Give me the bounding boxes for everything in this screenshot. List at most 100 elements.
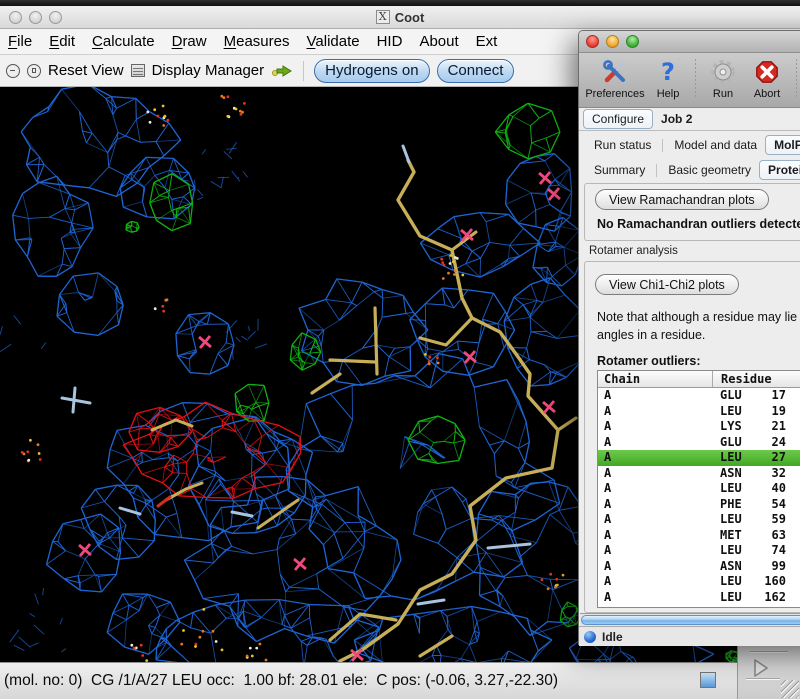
table-cell: LEU	[712, 590, 756, 606]
dialog-status-bar: Idle	[579, 626, 800, 646]
toolbar-item-label: Preferences	[585, 88, 644, 100]
table-cell: 17	[756, 388, 786, 404]
table-cell: A	[598, 559, 712, 575]
table-row[interactable]: ALEU40	[598, 481, 800, 497]
hydrogens-toggle-button[interactable]: Hydrogens on	[314, 59, 429, 83]
reset-view-button[interactable]: Reset View	[48, 62, 124, 79]
tab-model-and-data[interactable]: Model and data	[666, 136, 765, 154]
table-cell: A	[598, 419, 712, 435]
menu-draw[interactable]: Draw	[172, 33, 207, 50]
table-cell: LEU	[712, 481, 756, 497]
rotamer-note-line2: angles in a residue.	[597, 328, 705, 342]
connect-button[interactable]: Connect	[437, 59, 515, 83]
menu-about[interactable]: About	[419, 33, 458, 50]
tab-summary[interactable]: Summary	[586, 161, 653, 179]
table-cell: 27	[756, 450, 786, 466]
menu-measures[interactable]: Measures	[224, 33, 290, 50]
table-cell: PHE	[712, 605, 756, 608]
run-gear-icon	[709, 57, 737, 87]
tab-molprobit[interactable]: MolProbit	[765, 135, 800, 155]
table-row[interactable]: ALEU162	[598, 590, 800, 606]
menu-calculate[interactable]: Calculate	[92, 33, 155, 50]
dialog-status-text: Idle	[602, 630, 623, 644]
table-cell: LEU	[712, 543, 756, 559]
tab-run-status[interactable]: Run status	[586, 136, 659, 154]
scrollbar-thumb[interactable]	[581, 615, 800, 625]
dialog-zoom-button[interactable]	[626, 35, 639, 48]
table-cell: A	[598, 388, 712, 404]
table-cell: PHE	[712, 497, 756, 513]
table-row[interactable]: APHE168	[598, 605, 800, 608]
menu-hid[interactable]: HID	[377, 33, 403, 50]
table-cell: LEU	[712, 574, 756, 590]
table-cell: 40	[756, 481, 786, 497]
column-header-residue[interactable]: Residue	[712, 371, 800, 387]
table-cell: A	[598, 497, 712, 513]
tab-job-2[interactable]: Job 2	[653, 110, 700, 128]
table-row[interactable]: ALEU19	[598, 404, 800, 420]
menu-file[interactable]: File	[8, 33, 32, 50]
table-cell: 19	[756, 404, 786, 420]
table-cell: 54	[756, 497, 786, 513]
dialog-minimize-button[interactable]	[606, 35, 619, 48]
display-manager-button[interactable]: Display Manager	[152, 62, 265, 79]
tab-separator	[656, 164, 657, 177]
column-header-chain[interactable]: Chain	[598, 371, 712, 387]
tab-configure[interactable]: Configure	[583, 109, 653, 129]
atom-status-text: (mol. no: 0) CG /1/A/27 LEU occ: 1.00 bf…	[4, 672, 558, 690]
abort-button[interactable]: Abort	[744, 57, 790, 100]
menu-edit[interactable]: Edit	[49, 33, 75, 50]
toolbar-item-label: Help	[657, 88, 680, 100]
tab-basic-geometry[interactable]: Basic geometry	[660, 161, 759, 179]
table-row[interactable]: AASN32	[598, 466, 800, 482]
table-header[interactable]: Chain Residue	[598, 371, 800, 388]
display-manager-icon[interactable]	[131, 64, 145, 77]
dialog-tabs-categories: SummaryBasic geometryProteinCl	[579, 159, 800, 181]
table-row[interactable]: ALEU160	[598, 574, 800, 590]
table-cell: A	[598, 543, 712, 559]
dialog-body: Run status Model and dataMolProbit Summar…	[579, 131, 800, 646]
circle-dash-icon[interactable]	[6, 64, 20, 78]
dialog-close-button[interactable]	[586, 35, 599, 48]
menu-validate[interactable]: Validate	[306, 33, 359, 50]
view-ramachandran-plots-button[interactable]: View Ramachandran plots	[595, 189, 769, 210]
table-cell: MET	[712, 528, 756, 544]
table-row[interactable]: AMET63	[598, 528, 800, 544]
molprobity-dialog: Preferences?Help RunAbort A ConfigureJob 2…	[578, 30, 800, 645]
table-row[interactable]: ALEU27	[598, 450, 800, 466]
table-cell: 59	[756, 512, 786, 528]
table-body: AGLU17ALEU19ALYS21AGLU24ALEU27AASN32ALEU…	[598, 388, 800, 608]
table-cell: A	[598, 574, 712, 590]
dialog-horizontal-scrollbar[interactable]	[580, 613, 800, 626]
ramachandran-frame: View Ramachandran plots No Ramachandran …	[584, 183, 800, 241]
rotamer-outliers-table[interactable]: Chain Residue AGLU17ALEU19ALYS21AGLU24AL…	[597, 370, 800, 608]
dialog-tabs-jobs: ConfigureJob 2	[579, 108, 800, 131]
menu-ext[interactable]: Ext	[476, 33, 498, 50]
table-row[interactable]: AGLU24	[598, 435, 800, 451]
help-question-icon: ?	[654, 57, 682, 87]
table-row[interactable]: ALEU74	[598, 543, 800, 559]
table-row[interactable]: ALEU59	[598, 512, 800, 528]
table-row[interactable]: AGLU17	[598, 388, 800, 404]
expand-panel-button[interactable]	[750, 657, 772, 679]
preferences-button[interactable]: Preferences	[583, 57, 647, 100]
rotamer-analysis-label: Rotamer analysis	[589, 245, 678, 257]
dialog-titlebar[interactable]	[579, 31, 800, 53]
coot-titlebar[interactable]: X Coot	[0, 6, 800, 29]
table-row[interactable]: AASN99	[598, 559, 800, 575]
table-cell: 168	[756, 605, 786, 608]
table-row[interactable]: APHE54	[598, 497, 800, 513]
tab-protein[interactable]: Protein	[759, 160, 800, 180]
table-row[interactable]: ALYS21	[598, 419, 800, 435]
help-button[interactable]: ?Help	[647, 57, 689, 100]
x11-icon: X	[376, 10, 390, 24]
table-cell: 160	[756, 574, 786, 590]
run-button[interactable]: Run	[702, 57, 744, 100]
table-cell: A	[598, 528, 712, 544]
view-chi-plots-button[interactable]: View Chi1-Chi2 plots	[595, 274, 739, 295]
window-resize-grip[interactable]	[781, 680, 799, 698]
table-cell: A	[598, 466, 712, 482]
progress-chip	[700, 672, 716, 688]
table-cell: 99	[756, 559, 786, 575]
circle-square-icon[interactable]	[27, 64, 41, 78]
